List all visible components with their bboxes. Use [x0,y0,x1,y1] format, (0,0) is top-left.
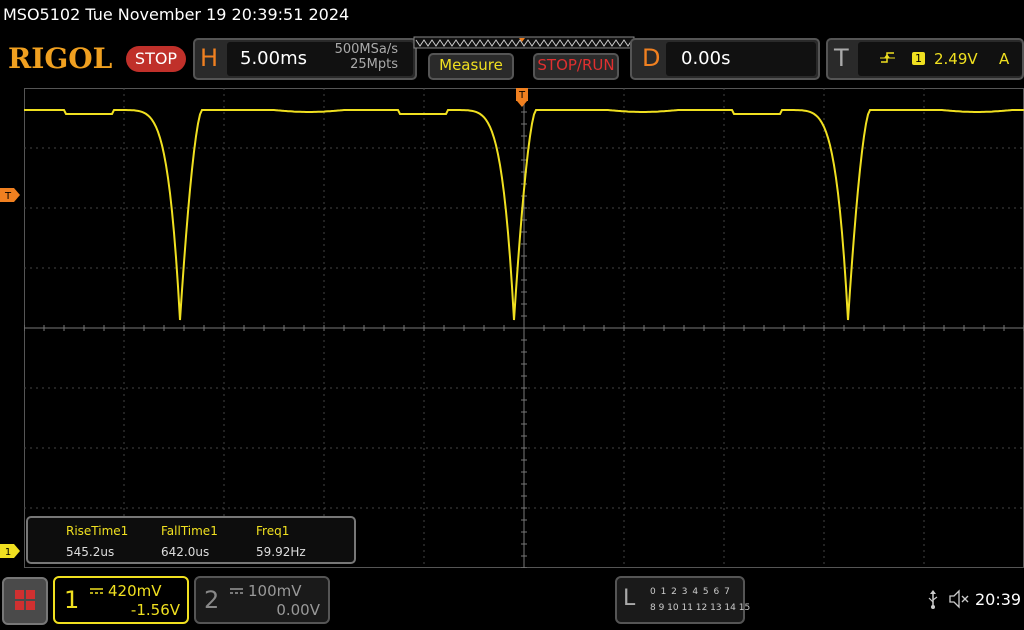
channel1-offset: -1.56V [130,601,180,619]
delay-value: 0.00s [681,48,731,69]
svg-text:1: 1 [5,547,11,558]
trigger-level: 2.49V [934,50,978,68]
logic-channels-low: 0 1 2 3 4 5 6 7 [650,587,731,597]
trigger-label: T [834,44,849,72]
menu-grid-icon [15,590,35,610]
rigol-logo: RIGOL [8,42,113,75]
channel2-scale: 100mV [248,582,302,600]
dc-coupling-icon [90,588,103,594]
channel2-offset: 0.00V [276,601,320,619]
usb-icon [928,590,938,609]
sample-rate-info: 500MSa/s 25Mpts [322,42,398,72]
channel1-offset-marker[interactable]: 1 [0,544,24,558]
speaker-muted-icon[interactable] [948,589,972,609]
dc-coupling-icon [230,588,243,594]
logic-channels-high: 8 9 10 11 12 13 14 15 [650,603,751,613]
clock: 20:39 [975,590,1022,609]
memory-position-indicator [413,36,635,49]
measurement-label: RiseTime1 [66,524,129,538]
channel1-scale: 420mV [108,582,162,600]
measure-button-label: Measure [439,56,503,74]
measurement-label: Freq1 [256,524,290,538]
grid [24,88,1024,568]
timebase-value: 5.00ms [240,48,307,69]
title-bar-text: MSO5102 Tue November 19 20:39:51 2024 [3,5,350,24]
sample-rate: 500MSa/s [334,42,398,57]
waveform-display[interactable]: T [24,88,1024,568]
measurement-panel[interactable]: RiseTime1 545.2us FallTime1 642.0us Freq… [26,516,356,564]
rising-edge-icon [880,52,895,63]
navigation-menu-button[interactable] [2,577,48,625]
channel2-number: 2 [204,586,220,614]
trigger-top-marker[interactable]: T [516,88,528,107]
svg-text:T: T [518,90,526,101]
measurement-value: 59.92Hz [256,545,306,559]
memory-depth: 25Mpts [350,57,398,72]
channel1-number: 1 [64,586,80,614]
delay-label: D [642,44,661,72]
trigger-level-marker[interactable]: T [0,188,24,202]
horizontal-label: H [200,44,219,72]
measurement-label: FallTime1 [161,524,218,538]
stop-run-button-label: STOP/RUN [537,56,615,74]
trigger-source-badge: 1 [912,52,925,65]
run-state-badge[interactable]: STOP [126,46,186,72]
trigger-coupling: A [999,50,1010,68]
logic-analyzer-label: L [623,586,636,611]
measurement-value: 545.2us [66,545,115,559]
svg-text:T: T [4,191,12,202]
measurement-value: 642.0us [161,545,210,559]
